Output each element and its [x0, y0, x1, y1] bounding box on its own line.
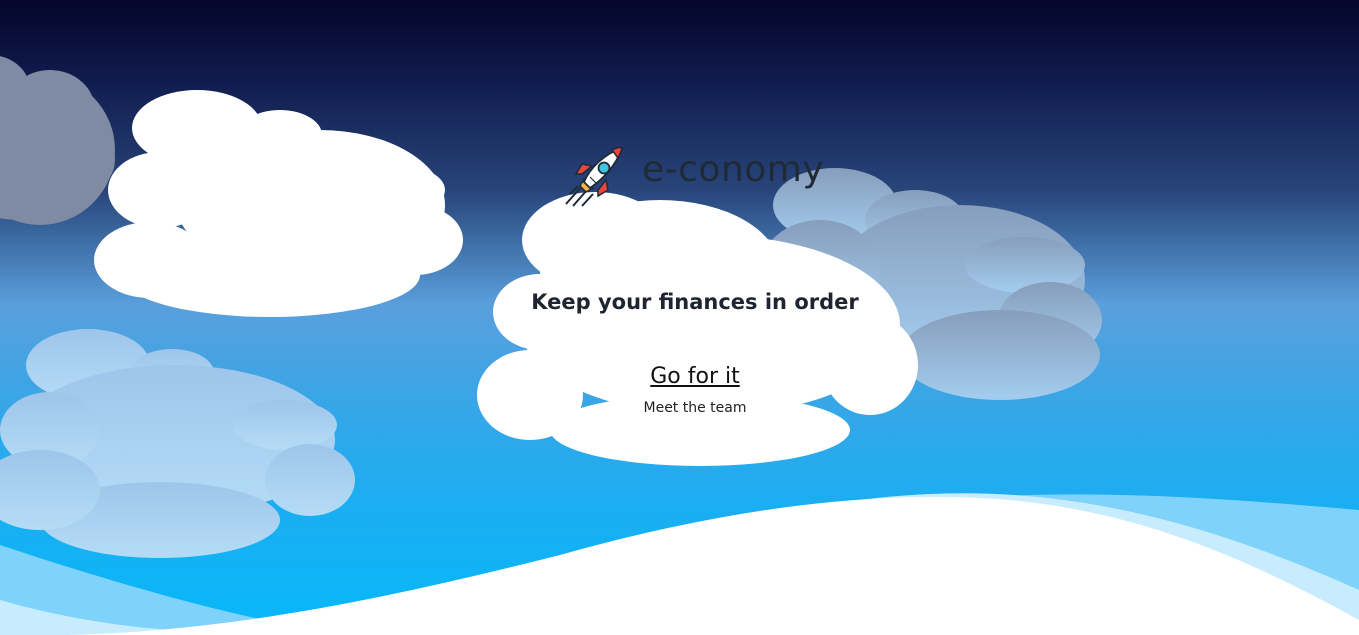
tagline: Keep your finances in order — [531, 290, 859, 314]
go-for-it-link[interactable]: Go for it — [480, 364, 910, 389]
sky-backdrop — [0, 56, 1359, 635]
brand-name: e-conomy — [642, 148, 825, 190]
brand[interactable]: e-conomy — [560, 142, 824, 212]
foreground-cloud-upper-left — [94, 90, 463, 317]
background-cloud-left — [0, 56, 115, 225]
background-cloud-lower-left — [0, 329, 355, 558]
meet-the-team-link[interactable]: Meet the team — [480, 400, 910, 416]
landing-scene: e-conomy Keep your finances in order Go … — [0, 0, 1359, 635]
rocket-icon — [560, 142, 630, 212]
